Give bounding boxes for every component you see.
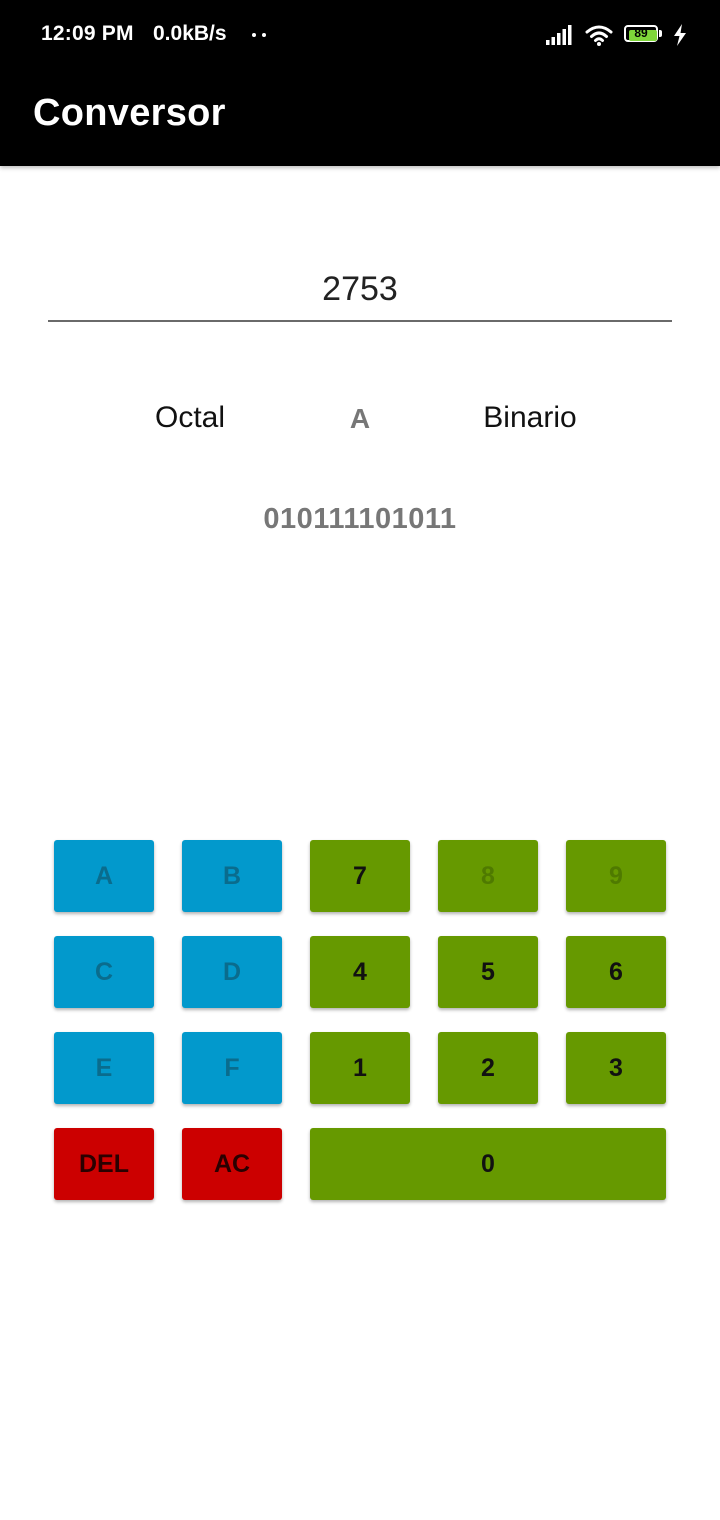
status-time: 12:09 PM	[41, 22, 134, 45]
key-c-button[interactable]: C	[54, 936, 154, 1008]
app-title: Conversor	[33, 92, 226, 134]
conversion-separator: A	[349, 403, 371, 434]
network-speed: 0.0kB/s	[153, 22, 227, 45]
key-2-button[interactable]: 2	[438, 1032, 538, 1104]
key-3-button[interactable]: 3	[566, 1032, 666, 1104]
key-8-button[interactable]: 8	[438, 840, 538, 912]
key-7-button[interactable]: 7	[310, 840, 410, 912]
key-1-button[interactable]: 1	[310, 1032, 410, 1104]
wifi-icon	[585, 25, 613, 46]
key-4-button[interactable]: 4	[310, 936, 410, 1008]
all-clear-button[interactable]: AC	[182, 1128, 282, 1200]
to-base-selector[interactable]: Binario	[450, 401, 610, 435]
app-bar: Conversor	[0, 70, 720, 166]
input-underline	[48, 320, 672, 322]
key-d-button[interactable]: D	[182, 936, 282, 1008]
key-a-button[interactable]: A	[54, 840, 154, 912]
battery-icon: 89	[624, 25, 664, 44]
status-bar: 12:09 PM 0.0kB/s 89	[0, 0, 720, 70]
conversion-result: 010111101011	[263, 503, 457, 535]
signal-icon	[546, 25, 572, 45]
key-6-button[interactable]: 6	[566, 936, 666, 1008]
key-e-button[interactable]: E	[54, 1032, 154, 1104]
key-b-button[interactable]: B	[182, 840, 282, 912]
key-9-button[interactable]: 9	[566, 840, 666, 912]
notification-dots-icon	[252, 33, 270, 39]
key-5-button[interactable]: 5	[438, 936, 538, 1008]
number-input[interactable]: 2753	[48, 270, 672, 309]
battery-level: 89	[634, 26, 648, 40]
charging-icon	[674, 24, 686, 46]
key-0-button[interactable]: 0	[310, 1128, 666, 1200]
delete-button[interactable]: DEL	[54, 1128, 154, 1200]
key-f-button[interactable]: F	[182, 1032, 282, 1104]
from-base-selector[interactable]: Octal	[110, 401, 270, 435]
